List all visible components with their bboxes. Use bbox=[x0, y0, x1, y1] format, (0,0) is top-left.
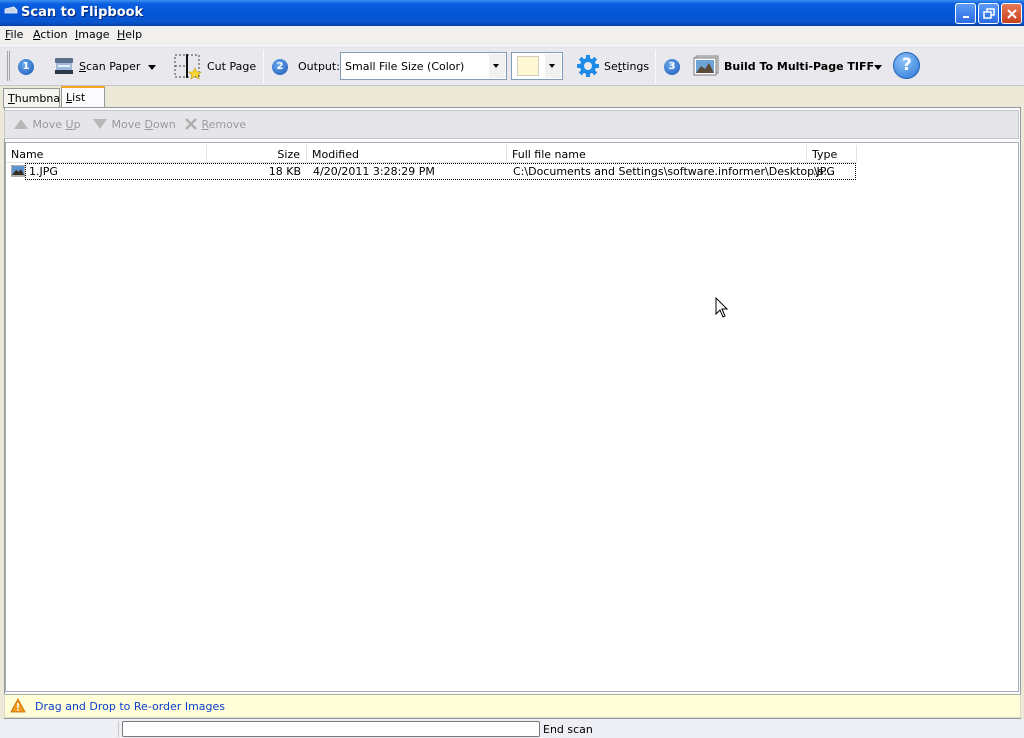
hint-bar: Drag and Drop to Re-order Images bbox=[4, 694, 1021, 718]
help-button[interactable]: ? bbox=[893, 52, 920, 79]
image-file-icon bbox=[11, 165, 25, 177]
column-header-full-name[interactable]: Full file name bbox=[507, 145, 807, 163]
menu-file[interactable]: File bbox=[5, 28, 23, 41]
color-dropdown-button[interactable] bbox=[545, 54, 561, 78]
settings-label: Settings bbox=[604, 60, 649, 73]
scanner-app-icon bbox=[4, 6, 18, 14]
menu-action[interactable]: Action bbox=[33, 28, 67, 41]
cell-name: 1.JPG bbox=[29, 165, 58, 178]
status-progress-field bbox=[122, 721, 540, 737]
step-1-badge: 1 bbox=[18, 59, 34, 75]
minimize-icon bbox=[962, 15, 969, 18]
output-label: Output: bbox=[298, 60, 340, 73]
move-down-text-b: own bbox=[152, 118, 176, 131]
menu-help[interactable]: Help bbox=[117, 28, 142, 41]
tab-label: ist bbox=[72, 91, 86, 104]
build-dropdown-arrow[interactable] bbox=[874, 65, 882, 70]
settings-text-a: Se bbox=[604, 60, 618, 73]
cut-page-label: Cut Page bbox=[207, 60, 257, 73]
warning-icon bbox=[10, 698, 26, 713]
chevron-down-icon bbox=[549, 64, 555, 68]
mouse-cursor-icon bbox=[715, 297, 729, 318]
table-row[interactable]: 1.JPG 18 KB 4/20/2011 3:28:29 PM C:\Docu… bbox=[25, 163, 856, 180]
output-dropdown-button[interactable] bbox=[489, 54, 505, 78]
cell-size: 18 KB bbox=[268, 165, 301, 178]
restore-button[interactable] bbox=[978, 3, 999, 24]
move-up-text-b: p bbox=[73, 118, 81, 131]
menu-label: ile bbox=[10, 28, 24, 41]
output-select-value: Small File Size (Color) bbox=[345, 60, 465, 73]
remove-text: emove bbox=[208, 118, 247, 131]
main-toolbar: 1 Scan Paper Cut Page 2 Output: Small Fi… bbox=[0, 45, 1024, 86]
scan-paper-text: can Paper bbox=[85, 60, 141, 73]
cell-type: .JPG bbox=[813, 165, 835, 178]
minimize-button[interactable] bbox=[955, 3, 976, 24]
arrow-up-icon bbox=[14, 119, 28, 129]
hint-text: Drag and Drop to Re-order Images bbox=[35, 700, 226, 713]
close-button[interactable] bbox=[1001, 3, 1022, 24]
arrow-down-icon bbox=[93, 119, 107, 129]
step-2-badge: 2 bbox=[272, 59, 288, 75]
color-picker[interactable] bbox=[511, 52, 563, 80]
remove-button[interactable]: Remove bbox=[184, 118, 246, 131]
toolbar-separator bbox=[263, 50, 264, 84]
menu-label: mage bbox=[78, 28, 110, 41]
column-header-type[interactable]: Type bbox=[807, 145, 857, 163]
scan-paper-label: Scan Paper bbox=[79, 60, 140, 73]
color-swatch bbox=[517, 56, 539, 76]
toolbar-grip[interactable] bbox=[7, 51, 10, 81]
column-header-modified[interactable]: Modified bbox=[307, 145, 507, 163]
scan-paper-accel: S bbox=[79, 60, 86, 73]
window-title: Scan to Flipbook bbox=[21, 5, 144, 20]
menu-label: elp bbox=[125, 28, 143, 41]
menu-bar: File Action Image Help bbox=[0, 26, 1024, 45]
move-up-button[interactable]: Move Up bbox=[13, 118, 81, 131]
remove-accel: R bbox=[201, 118, 209, 131]
tab-accel: T bbox=[8, 92, 15, 105]
column-header-name[interactable]: Name bbox=[6, 145, 207, 163]
output-select[interactable]: Small File Size (Color) bbox=[340, 52, 507, 80]
build-tiff-label: Build To Multi-Page TIFF bbox=[724, 60, 875, 73]
tab-list[interactable]: List bbox=[61, 86, 105, 108]
build-tiff-button[interactable]: Build To Multi-Page TIFF bbox=[690, 50, 874, 82]
list-header: Name Size Modified Full file name Type bbox=[6, 145, 857, 163]
move-down-button[interactable]: Move Down bbox=[92, 118, 176, 131]
step-3-badge: 3 bbox=[664, 59, 680, 75]
settings-button[interactable]: Settings bbox=[574, 50, 650, 82]
move-up-accel: U bbox=[65, 118, 74, 131]
restore-icon bbox=[982, 7, 995, 19]
list-toolbar: Move Up Move Down Remove bbox=[4, 110, 1019, 139]
move-up-text: Move bbox=[32, 118, 66, 131]
view-tabs: Thumbnail List bbox=[0, 86, 1024, 108]
cut-page-button[interactable]: Cut Page bbox=[170, 50, 258, 82]
settings-text-b: tings bbox=[622, 60, 650, 73]
status-divider bbox=[118, 721, 119, 737]
move-down-text: Move bbox=[111, 118, 145, 131]
scan-paper-dropdown-arrow[interactable] bbox=[148, 65, 156, 70]
column-header-size[interactable]: Size bbox=[207, 145, 307, 163]
status-bar: End scan bbox=[0, 719, 1024, 738]
scanner-icon bbox=[55, 58, 73, 74]
file-list[interactable]: Name Size Modified Full file name Type 1… bbox=[5, 142, 1019, 692]
tab-thumbnail[interactable]: Thumbnail bbox=[3, 88, 66, 108]
move-down-accel: D bbox=[144, 118, 153, 131]
menu-image[interactable]: Image bbox=[75, 28, 109, 41]
gear-icon bbox=[577, 55, 599, 77]
remove-x-icon bbox=[185, 118, 197, 130]
cut-page-icon bbox=[174, 54, 202, 80]
help-icon: ? bbox=[902, 55, 912, 75]
status-text: End scan bbox=[543, 723, 593, 736]
toolbar-separator bbox=[655, 50, 656, 84]
tab-label: humbnail bbox=[14, 92, 67, 105]
scan-paper-button[interactable]: Scan Paper bbox=[50, 50, 140, 82]
cell-full-name: C:\Documents and Settings\software.infor… bbox=[513, 165, 835, 178]
title-bar: Scan to Flipbook bbox=[0, 0, 1024, 26]
cell-modified: 4/20/2011 3:28:29 PM bbox=[313, 165, 435, 178]
chevron-down-icon bbox=[493, 64, 499, 68]
menu-label: ction bbox=[40, 28, 68, 41]
close-icon bbox=[1006, 8, 1017, 19]
picture-icon bbox=[693, 55, 719, 76]
